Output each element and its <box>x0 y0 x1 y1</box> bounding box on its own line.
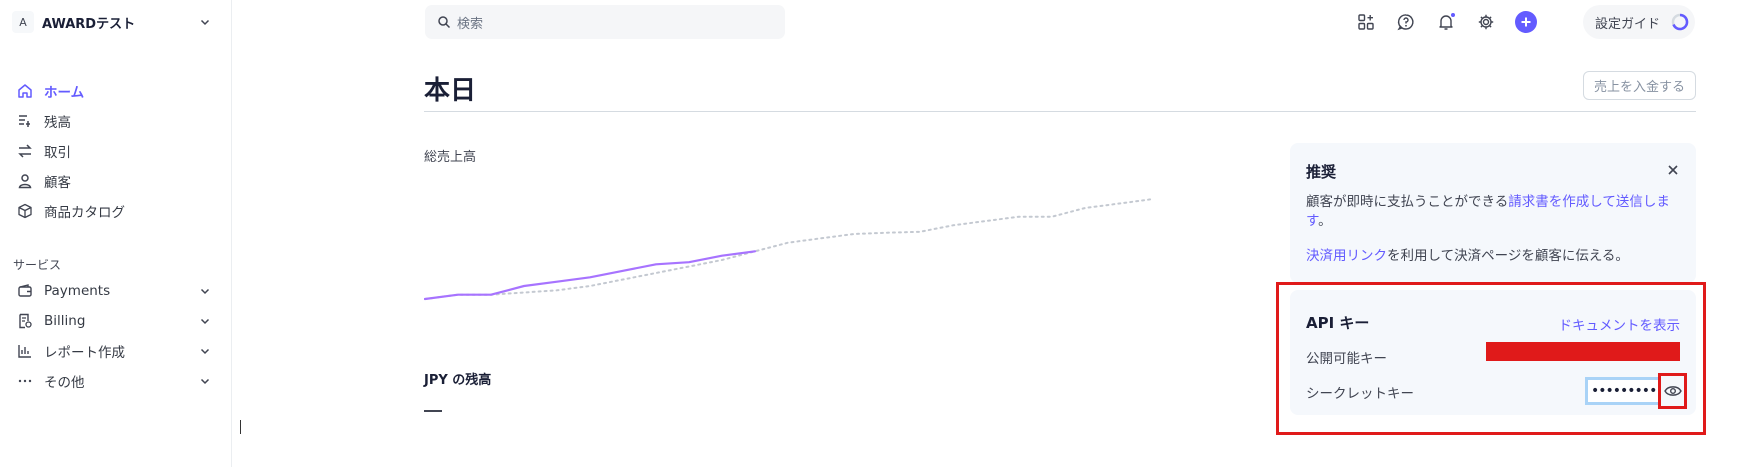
jpy-balance-label: JPY の残高 <box>424 373 492 388</box>
plus-icon <box>1521 17 1531 27</box>
account-name: AWARDテスト <box>42 16 136 32</box>
help-icon[interactable] <box>1395 11 1417 33</box>
wallet-icon <box>16 282 34 300</box>
recommendation-text: を利用して決済ページを顧客に伝える。 <box>1387 248 1629 264</box>
balance-icon <box>16 112 34 130</box>
main-nav: ホーム 残高 取引 顧客 商品カタログ <box>16 76 212 226</box>
nav-item-label: 顧客 <box>44 175 71 191</box>
nav-item-catalog[interactable]: 商品カタログ <box>16 196 212 226</box>
home-icon <box>16 82 34 100</box>
search-input[interactable]: 検索 <box>425 5 785 39</box>
top-toolbar <box>1355 11 1537 33</box>
recommendation-title: 推奨 <box>1306 163 1337 181</box>
invoice-icon <box>16 312 34 330</box>
nav-item-label: 商品カタログ <box>44 205 125 221</box>
search-icon <box>437 15 451 29</box>
recommendation-text-payment-link: 決済用リンクを利用して決済ページを顧客に伝える。 <box>1306 244 1676 264</box>
setup-guide-label: 設定ガイド <box>1595 16 1661 32</box>
create-button[interactable] <box>1515 11 1537 33</box>
nav-item-label: レポート作成 <box>44 345 125 361</box>
bar-chart-icon <box>16 342 34 360</box>
series-line-today <box>424 250 757 301</box>
nav-item-billing[interactable]: Billing <box>16 306 212 336</box>
notification-dot <box>1450 12 1456 18</box>
search-placeholder: 検索 <box>457 16 484 32</box>
text-cursor <box>240 420 241 434</box>
nav-item-customers[interactable]: 顧客 <box>16 166 212 196</box>
gross-volume-chart <box>424 198 1152 301</box>
recommendation-text: 顧客が即時に支払うことができる <box>1306 194 1509 210</box>
page-title: 本日 <box>424 76 477 106</box>
nav-item-label: ホーム <box>44 85 85 101</box>
recommendation-text-invoice: 顧客が即時に支払うことができる請求書を作成して送信します。 <box>1306 193 1676 231</box>
chevron-down-icon <box>198 344 212 358</box>
progress-ring-icon <box>1670 12 1690 32</box>
payment-link-link[interactable]: 決済用リンク <box>1306 248 1387 264</box>
sidebar: A AWARDテスト ホーム 残高 取引 顧客 商品カタログ サービス Paym… <box>0 0 232 467</box>
recommendation-card: 推奨 顧客が即時に支払うことができる請求書を作成して送信します。 決済用リンクを… <box>1290 143 1696 283</box>
nav-item-transactions[interactable]: 取引 <box>16 136 212 166</box>
bell-icon[interactable] <box>1435 11 1457 33</box>
chevron-down-icon <box>198 374 212 388</box>
api-keys-highlight <box>1276 282 1706 435</box>
nav-item-label: Billing <box>44 313 86 329</box>
services-nav: Payments Billing レポート作成 その他 <box>16 276 212 396</box>
nav-item-label: その他 <box>44 375 85 391</box>
services-section-label: サービス <box>13 258 62 272</box>
nav-item-label: Payments <box>44 283 111 299</box>
close-icon[interactable] <box>1666 163 1680 177</box>
more-dots-icon <box>16 372 34 390</box>
account-avatar: A <box>12 11 34 33</box>
chevron-down-icon <box>198 284 212 298</box>
gear-icon[interactable] <box>1475 11 1497 33</box>
gross-volume-label: 総売上高 <box>424 150 477 165</box>
account-switcher[interactable]: A AWARDテスト <box>12 10 212 34</box>
nav-item-reports[interactable]: レポート作成 <box>16 336 212 366</box>
nav-item-label: 残高 <box>44 115 71 131</box>
nav-item-payments[interactable]: Payments <box>16 276 212 306</box>
payout-button[interactable]: 売上を入金する <box>1583 71 1696 100</box>
box-icon <box>16 202 34 220</box>
apps-icon[interactable] <box>1355 11 1377 33</box>
nav-item-home[interactable]: ホーム <box>16 76 212 106</box>
recommendation-text: 。 <box>1318 213 1332 229</box>
balance-placeholder-dash <box>424 410 442 412</box>
header-divider <box>424 111 1696 112</box>
chevron-down-icon <box>198 15 212 29</box>
chevron-down-icon <box>198 314 212 328</box>
setup-guide-button[interactable]: 設定ガイド <box>1583 5 1695 39</box>
nav-item-label: 取引 <box>44 145 71 161</box>
user-icon <box>16 172 34 190</box>
nav-item-more[interactable]: その他 <box>16 366 212 396</box>
nav-item-balance[interactable]: 残高 <box>16 106 212 136</box>
arrows-swap-icon <box>16 142 34 160</box>
